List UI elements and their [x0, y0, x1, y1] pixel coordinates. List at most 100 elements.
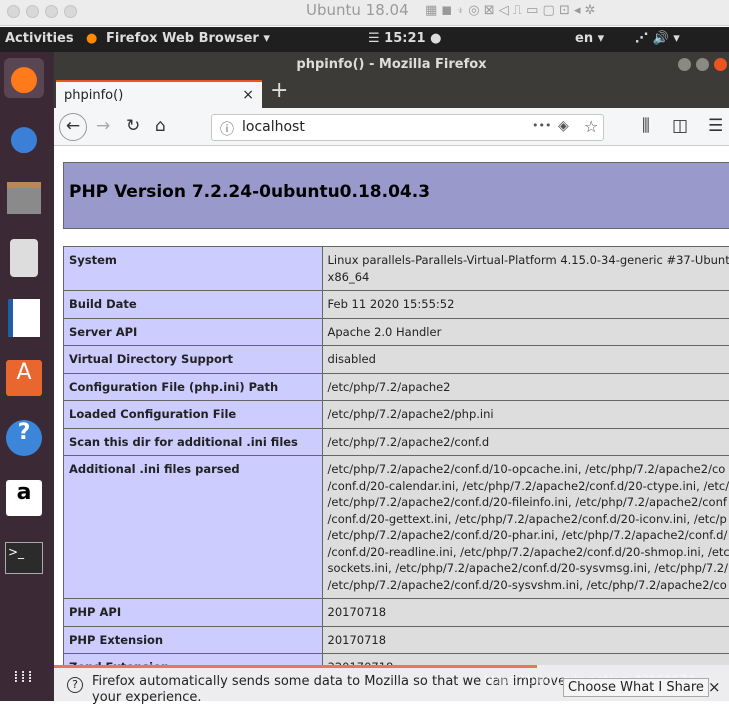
page-actions-icon[interactable]: •••	[532, 119, 551, 132]
dock-help-icon[interactable]: ?	[4, 418, 44, 458]
row-value: /etc/php/7.2/apache2	[322, 373, 729, 401]
keyboard-icon[interactable]: ▦ ◼ ⍖ ◎ ⊠ ◁ ⎍ ▭ ▢ ⊡ ◂ ✲	[425, 3, 596, 18]
row-value: 20170718	[322, 599, 729, 627]
php-version-header: PHP Version 7.2.24-0ubuntu0.18.04.3	[63, 162, 729, 229]
show-apps-icon[interactable]: ⁞⁞⁞	[4, 656, 44, 696]
close-window-button[interactable]	[714, 58, 727, 71]
dock-rhythmbox-icon[interactable]	[4, 238, 44, 278]
notification-accent	[54, 665, 537, 668]
minimize-button[interactable]	[678, 58, 691, 71]
row-key: Loaded Configuration File	[64, 401, 323, 429]
ubuntu-top-panel: Activities ● Firefox Web Browser ▾ ☰ 15:…	[0, 27, 729, 52]
row-key: PHP Extension	[64, 626, 323, 654]
telemetry-notification: ? Firefox automatically sends some data …	[54, 665, 729, 701]
help-icon: ?	[67, 677, 83, 693]
firefox-icon: ●	[86, 31, 97, 46]
table-row: PHP API 20170718	[64, 599, 729, 627]
forward-button[interactable]: →	[96, 116, 110, 136]
row-key: Virtual Directory Support	[64, 346, 323, 374]
info-icon[interactable]: ⓘ	[220, 119, 234, 139]
table-row: PHP Extension 20170718	[64, 626, 729, 654]
value-line: x86_64	[328, 269, 729, 286]
row-value: /etc/php/7.2/apache2/conf.d/10-opcache.i…	[322, 456, 729, 599]
back-button[interactable]: ←	[59, 113, 87, 141]
home-button[interactable]: ⌂	[155, 116, 166, 136]
window-dot[interactable]	[7, 5, 20, 18]
tab-label: phpinfo()	[64, 88, 123, 103]
table-row: System Linux parallels-Parallels-Virtual-…	[64, 247, 729, 291]
row-key: Scan this dir for additional .ini files	[64, 428, 323, 456]
menu-icon[interactable]: ☰	[708, 116, 723, 136]
url-bar[interactable]: ⓘ localhost ••• ◈ ☆	[211, 114, 604, 141]
activities-button[interactable]: Activities	[5, 31, 74, 46]
value-line: /conf.d/20-readline.ini, /etc/php/7.2/ap…	[328, 544, 729, 561]
language-menu[interactable]: en ▾	[575, 31, 604, 46]
value-line: 20170718	[328, 632, 729, 649]
value-line: Feb 11 2020 15:55:52	[328, 296, 729, 313]
bookmark-star-icon[interactable]: ☆	[584, 117, 598, 136]
window-dot[interactable]	[64, 5, 77, 18]
close-tab-icon[interactable]: ×	[242, 87, 254, 103]
tab-bar: phpinfo() × +	[54, 78, 729, 108]
dock-thunderbird-icon[interactable]: ●	[4, 118, 44, 158]
row-key: Configuration File (php.ini) Path	[64, 373, 323, 401]
dock-software-icon[interactable]: A	[4, 358, 44, 398]
system-tray[interactable]: ⋰ 🔊 ▾	[635, 31, 680, 46]
page-content: PHP Version 7.2.24-0ubuntu0.18.04.3 Syst…	[54, 146, 729, 665]
window-dot[interactable]	[45, 5, 58, 18]
row-value: 20170718	[322, 626, 729, 654]
window-title-text: phpinfo() - Mozilla Firefox	[296, 57, 486, 72]
pocket-icon[interactable]: ◈	[558, 118, 569, 134]
value-line: disabled	[328, 351, 729, 368]
tab-phpinfo[interactable]: phpinfo() ×	[56, 80, 262, 108]
sidebar-icon[interactable]: ◫	[672, 116, 688, 136]
row-value: disabled	[322, 346, 729, 374]
value-line: Linux parallels-Parallels-Virtual-Platfo…	[328, 252, 729, 269]
table-row: Additional .ini files parsed/etc/php/7.2…	[64, 456, 729, 599]
value-line: /etc/php/7.2/apache2/conf.d/20-fileinfo.…	[328, 494, 729, 511]
close-notification-icon[interactable]: ×	[708, 678, 721, 696]
row-key: PHP API	[64, 599, 323, 627]
table-row: Virtual Directory Support disabled	[64, 346, 729, 374]
value-line: /etc/php/7.2/apache2	[328, 379, 729, 396]
row-value: Apache 2.0 Handler	[322, 318, 729, 346]
url-text[interactable]: localhost	[242, 119, 305, 135]
window-dot[interactable]	[26, 5, 39, 18]
dock: ● ● A ? a >_ ⁞⁞⁞	[0, 52, 54, 701]
vm-title: Ubuntu 18.04	[306, 1, 409, 19]
table-row: Build Date Feb 11 2020 15:55:52	[64, 291, 729, 319]
choose-what-i-share-button[interactable]: Choose What I Share	[563, 678, 709, 697]
dock-firefox-icon[interactable]: ●	[4, 58, 44, 98]
row-key: Additional .ini files parsed	[64, 456, 323, 599]
table-row: Loaded Configuration File/etc/php/7.2/ap…	[64, 401, 729, 429]
row-key: Build Date	[64, 291, 323, 319]
notification-text-2: your experience.	[92, 690, 202, 705]
reload-button[interactable]: ↻	[126, 116, 140, 136]
value-line: /etc/php/7.2/apache2/conf.d	[328, 434, 729, 451]
value-line: /conf.d/20-calendar.ini, /etc/php/7.2/ap…	[328, 478, 729, 495]
dock-writer-icon[interactable]	[4, 298, 44, 338]
navigation-toolbar: ← → ↻ ⌂ ⓘ localhost ••• ◈ ☆ ⫼ ◫ ☰	[54, 108, 729, 146]
value-line: sockets.ini, /etc/php/7.2/apache2/conf.d…	[328, 560, 729, 577]
value-line: /etc/php/7.2/apache2/conf.d/20-sysvshm.i…	[328, 577, 729, 594]
row-value: Linux parallels-Parallels-Virtual-Platfo…	[322, 247, 729, 291]
host-titlebar: Ubuntu 18.04 ▦ ◼ ⍖ ◎ ⊠ ◁ ⎍ ▭ ▢ ⊡ ◂ ✲	[0, 0, 729, 26]
clock[interactable]: ☰ 15:21 ●	[368, 31, 441, 46]
value-line: 20170718	[328, 604, 729, 621]
dock-terminal-icon[interactable]: >_	[4, 538, 44, 578]
row-value: /etc/php/7.2/apache2/php.ini	[322, 401, 729, 429]
dock-amazon-icon[interactable]: a	[4, 478, 44, 518]
row-key: System	[64, 247, 323, 291]
new-tab-button[interactable]: +	[270, 78, 288, 103]
dock-files-icon[interactable]	[4, 178, 44, 218]
row-key: Server API	[64, 318, 323, 346]
value-line: /conf.d/20-gettext.ini, /etc/php/7.2/apa…	[328, 511, 729, 528]
library-icon[interactable]: ⫼	[642, 116, 650, 136]
window-title: phpinfo() - Mozilla Firefox	[54, 52, 729, 78]
app-menu[interactable]: Firefox Web Browser ▾	[106, 31, 270, 46]
php-info-table: System Linux parallels-Parallels-Virtual-…	[63, 246, 729, 665]
value-line: /etc/php/7.2/apache2/conf.d/10-opcache.i…	[328, 461, 729, 478]
table-row: Scan this dir for additional .ini files /…	[64, 428, 729, 456]
row-key: Zend Extension	[64, 654, 323, 666]
maximize-button[interactable]	[696, 58, 709, 71]
